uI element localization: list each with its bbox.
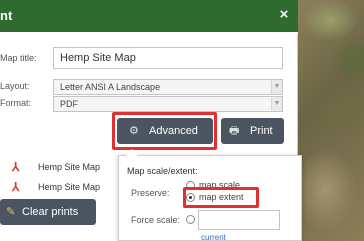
format-select[interactable]: PDF ▼ [53,96,283,112]
pdf-icon: ⅄ [12,160,20,174]
print-result-name[interactable]: Hemp Site Map [38,182,100,192]
print-result-name[interactable]: Hemp Site Map [38,162,100,172]
map-title-input[interactable]: Hemp Site Map [53,47,283,69]
printer-icon: 🖶 [229,125,240,137]
map-title-label: Map title: [0,53,37,63]
print-button-label: Print [250,125,273,137]
clear-prints-button[interactable]: ✎ Clear prints [0,199,96,225]
chevron-down-icon: ▼ [271,97,282,111]
format-label: Format: [0,98,32,108]
chevron-down-icon: ▼ [271,80,282,94]
scale-extent-heading: Map scale/extent: [127,166,198,176]
format-value: PDF [60,99,78,109]
layout-label: Layout: [0,81,30,91]
advanced-highlight-box [112,112,217,150]
force-scale-radio[interactable] [186,215,195,224]
clear-prints-label: Clear prints [22,206,79,218]
popup-caret [126,149,138,156]
current-scale-link[interactable]: current [201,233,226,241]
force-scale-label: Force scale: [131,215,181,225]
layout-select[interactable]: Letter ANSI A Landscape ▼ [53,79,283,95]
force-scale-input[interactable] [198,210,280,230]
print-button[interactable]: 🖶 Print [221,118,284,144]
layout-value: Letter ANSI A Landscape [60,82,161,92]
panel-header: nt × [0,0,298,34]
close-icon[interactable]: × [277,7,291,23]
map-extent-option-label[interactable]: map extent [199,192,244,202]
broom-icon: ✎ [6,206,16,218]
preserve-label: Preserve: [131,188,170,198]
pdf-icon: ⅄ [12,180,20,194]
panel-title: nt [0,8,13,23]
map-extent-radio[interactable] [186,193,195,202]
